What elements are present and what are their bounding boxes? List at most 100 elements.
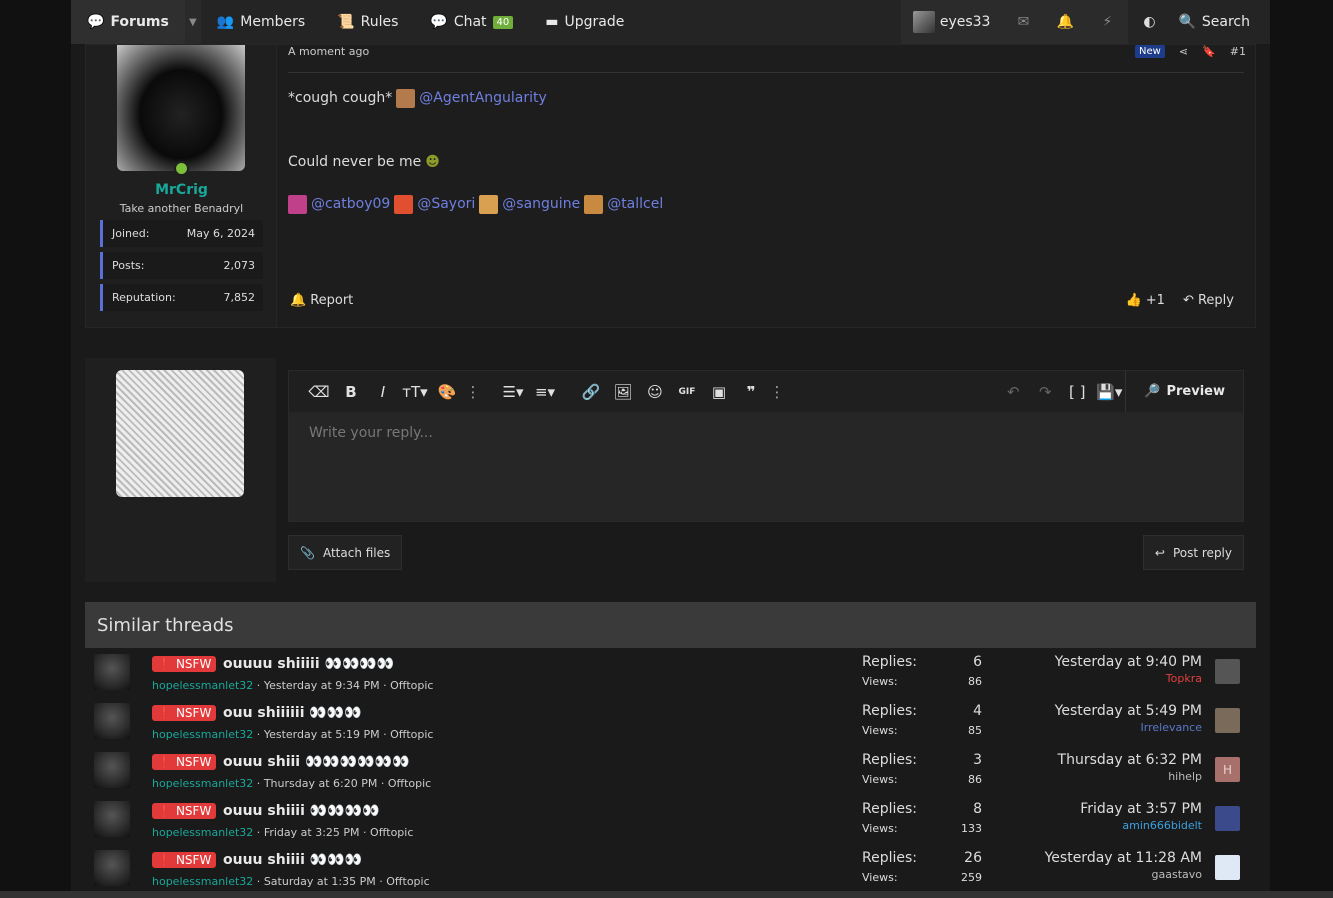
last-post-date[interactable]: Thursday at 6:32 PM [1058, 752, 1202, 768]
last-post-user[interactable]: gaastavo [1045, 868, 1203, 881]
drafts-icon[interactable]: 💾▾ [1093, 383, 1125, 401]
smilie-icon[interactable]: ☺ [639, 383, 671, 401]
toggle-bbcode-icon[interactable]: [ ] [1061, 383, 1093, 401]
nsfw-prefix[interactable]: ❗ NSFW [152, 852, 217, 868]
thread-author-avatar[interactable] [94, 801, 130, 837]
more-options-icon[interactable]: ⋮ [463, 383, 483, 401]
nav-upgrade[interactable]: ▬ Upgrade [529, 0, 640, 44]
nav-forums[interactable]: 💬 Forums [71, 0, 185, 44]
thread-author-avatar[interactable] [94, 654, 130, 690]
mention-avatar [394, 194, 414, 214]
last-post-date[interactable]: Yesterday at 9:40 PM [1055, 654, 1202, 670]
author-name[interactable]: MrCrig [86, 182, 277, 198]
mention-link[interactable]: @catboy09 [311, 196, 390, 212]
last-post-avatar[interactable] [1215, 659, 1240, 684]
thread-date[interactable]: Yesterday at 9:34 PM [264, 679, 380, 692]
last-post-user[interactable]: hihelp [1058, 770, 1202, 783]
share-icon[interactable]: ⋖ [1179, 45, 1188, 58]
align-icon[interactable]: ≡▾ [529, 383, 561, 401]
last-post-avatar[interactable]: H [1215, 757, 1240, 782]
thread-forum[interactable]: Offtopic [388, 777, 431, 790]
attach-files-button[interactable]: 📎 Attach files [288, 535, 403, 570]
last-post-user[interactable]: Irrelevance [1055, 721, 1202, 734]
redo-icon[interactable]: ↷ [1029, 383, 1061, 401]
thread-date[interactable]: Friday at 3:25 PM [264, 826, 360, 839]
nsfw-prefix[interactable]: ❗ NSFW [152, 754, 217, 770]
palette-icon[interactable]: 🎨 [431, 383, 463, 401]
nav-rules[interactable]: 📜 Rules [321, 0, 414, 44]
thread-title[interactable]: ouu shiiiiii 👀👀👀 [223, 705, 362, 721]
font-size-icon[interactable]: тT▾ [399, 383, 431, 401]
mention-avatar [479, 194, 499, 214]
eraser-icon[interactable]: ⌫ [303, 383, 335, 401]
more-options-icon[interactable]: ⋮ [767, 383, 787, 401]
thread-author-avatar[interactable] [94, 703, 130, 739]
bookmark-icon[interactable]: 🔖 [1202, 45, 1216, 58]
thread-forum[interactable]: Offtopic [390, 728, 433, 741]
thread-author-avatar[interactable] [94, 752, 130, 788]
last-post-date[interactable]: Yesterday at 11:28 AM [1045, 850, 1202, 866]
alerts-button[interactable]: 🔔 [1044, 0, 1087, 44]
gif-icon[interactable]: GIF [671, 387, 703, 397]
author-avatar[interactable] [117, 45, 245, 171]
last-post-avatar[interactable] [1215, 855, 1240, 880]
last-post-user[interactable]: Topkra [1055, 672, 1202, 685]
mention-link[interactable]: @sanguine [502, 196, 580, 212]
thread-author[interactable]: hopelessmanlet32 [152, 728, 253, 741]
reply-button[interactable]: ↶ Reply [1183, 293, 1234, 308]
views-count: 85 [968, 724, 982, 737]
last-post-date[interactable]: Friday at 3:57 PM [1080, 801, 1202, 817]
thread-author[interactable]: hopelessmanlet32 [152, 679, 253, 692]
mention-link[interactable]: @Sayori [417, 196, 475, 212]
thread-author[interactable]: hopelessmanlet32 [152, 875, 253, 888]
theme-toggle[interactable]: ◐ [1128, 0, 1170, 44]
thread-forum[interactable]: Offtopic [390, 679, 433, 692]
post: MrCrig Take another Benadryl Joined: May… [85, 44, 1256, 328]
thread-author-avatar[interactable] [94, 850, 130, 886]
inbox-button[interactable]: ✉ [1002, 0, 1045, 44]
last-post-avatar[interactable] [1215, 708, 1240, 733]
preview-button[interactable]: 🔎 Preview [1125, 371, 1243, 412]
italic-icon[interactable]: I [367, 383, 399, 401]
thread-date[interactable]: Yesterday at 5:19 PM [264, 728, 380, 741]
post-number[interactable]: #1 [1230, 45, 1246, 58]
post-timestamp[interactable]: A moment ago [288, 45, 369, 58]
undo-icon[interactable]: ↶ [997, 383, 1029, 401]
thread-forum[interactable]: Offtopic [370, 826, 413, 839]
reaction-button[interactable]: 👍 +1 [1125, 293, 1165, 308]
thread-date[interactable]: Thursday at 6:20 PM [264, 777, 378, 790]
thread-title[interactable]: ouuu shiii 👀👀👀👀👀👀 [223, 754, 410, 770]
mention-link[interactable]: @AgentAngularity [419, 90, 547, 106]
forums-dropdown-toggle[interactable]: ▼ [184, 0, 201, 44]
current-user-avatar [116, 370, 244, 497]
link-icon[interactable]: 🔗 [575, 383, 607, 401]
nsfw-prefix[interactable]: ❗ NSFW [152, 656, 217, 672]
thread-title[interactable]: ouuu shiiii 👀👀👀👀 [223, 803, 380, 819]
last-post-date[interactable]: Yesterday at 5:49 PM [1055, 703, 1202, 719]
table-row: ❗ NSFW ouu shiiiiii 👀👀👀 hopelessmanlet32 … [85, 697, 1256, 746]
nav-search[interactable]: 🔍 Search [1170, 14, 1270, 30]
nsfw-prefix[interactable]: ❗ NSFW [152, 803, 217, 819]
mention-link[interactable]: @tallcel [607, 196, 663, 212]
list-icon[interactable]: ☰▾ [497, 383, 529, 401]
reply-input[interactable]: Write your reply... [289, 413, 1243, 521]
thread-title[interactable]: ouuu shiiii 👀👀👀 [223, 852, 362, 868]
last-post-avatar[interactable] [1215, 806, 1240, 831]
thread-author[interactable]: hopelessmanlet32 [152, 826, 253, 839]
whats-new-button[interactable]: ⚡ [1086, 0, 1129, 44]
image-icon[interactable]: 🖼 [607, 383, 639, 401]
media-icon[interactable]: ▣ [703, 383, 735, 401]
thread-title[interactable]: ouuuu shiiiii 👀👀👀👀 [223, 656, 394, 672]
thread-forum[interactable]: Offtopic [386, 875, 429, 888]
report-link[interactable]: 🔔 Report [290, 293, 353, 308]
last-post-user[interactable]: amin666bidelt [1080, 819, 1202, 832]
nsfw-prefix[interactable]: ❗ NSFW [152, 705, 217, 721]
post-reply-button[interactable]: ↩ Post reply [1142, 535, 1244, 570]
thread-author[interactable]: hopelessmanlet32 [152, 777, 253, 790]
account-link[interactable]: eyes33 [900, 0, 1003, 44]
nav-chat[interactable]: 💬 Chat 40 [414, 0, 529, 44]
bold-icon[interactable]: B [335, 383, 367, 401]
quote-icon[interactable]: ❞ [735, 383, 767, 401]
thread-date[interactable]: Saturday at 1:35 PM [264, 875, 376, 888]
nav-members[interactable]: 👥 Members [201, 0, 321, 44]
